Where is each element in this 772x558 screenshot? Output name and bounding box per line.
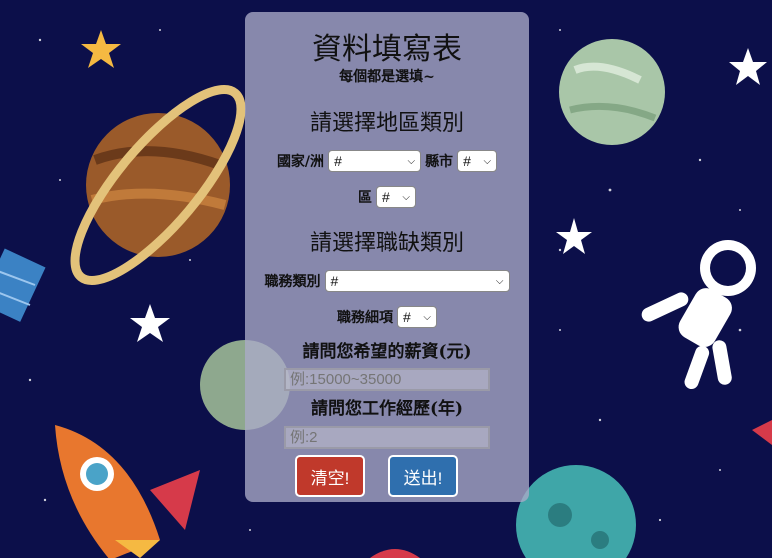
district-row: 區 # ⌵ <box>245 186 529 208</box>
city-select[interactable]: # ⌵ <box>457 150 498 172</box>
form-panel: 資料填寫表 每個都是選填~ 請選擇地區類別 國家/洲 # ⌵ 縣市 # ⌵ 區 … <box>245 12 529 502</box>
country-select[interactable]: # ⌵ <box>328 150 422 172</box>
country-value: # <box>334 153 342 169</box>
chevron-down-icon: ⌵ <box>402 191 410 203</box>
form-title: 資料填寫表 <box>312 32 462 67</box>
region-heading: 請選擇地區類別 <box>309 111 464 136</box>
salary-input[interactable] <box>284 368 490 391</box>
city-label: 縣市 <box>425 154 454 170</box>
job-detail-select[interactable]: # ⌵ <box>397 306 437 328</box>
district-label: 區 <box>358 190 372 206</box>
green-planet <box>559 39 665 145</box>
chevron-down-icon: ⌵ <box>407 155 416 167</box>
job-detail-row: 職務細項 # ⌵ <box>245 306 529 328</box>
job-category-label: 職務類別 <box>264 274 321 290</box>
district-select[interactable]: # ⌵ <box>376 186 416 208</box>
experience-question: 請問您工作經歷(年) <box>310 399 464 419</box>
country-city-row: 國家/洲 # ⌵ 縣市 # ⌵ <box>245 150 529 172</box>
submit-button[interactable]: 送出! <box>388 455 458 497</box>
form-subtitle: 每個都是選填~ <box>339 69 435 85</box>
job-category-select[interactable]: # ⌵ <box>324 270 510 292</box>
clear-button[interactable]: 清空! <box>295 455 365 497</box>
experience-input[interactable] <box>284 426 490 449</box>
city-value: # <box>463 153 471 169</box>
job-heading: 請選擇職缺類別 <box>309 231 464 256</box>
chevron-down-icon: ⌵ <box>483 155 492 167</box>
country-label: 國家/洲 <box>276 154 325 170</box>
job-category-value: # <box>330 273 339 289</box>
chevron-down-icon: ⌵ <box>423 311 431 323</box>
job-detail-label: 職務細項 <box>337 310 393 326</box>
chevron-down-icon: ⌵ <box>495 275 504 287</box>
district-value: # <box>382 189 390 205</box>
job-detail-value: # <box>403 309 411 325</box>
salary-question: 請問您希望的薪資(元) <box>302 342 472 362</box>
job-category-row: 職務類別 # ⌵ <box>245 270 529 292</box>
